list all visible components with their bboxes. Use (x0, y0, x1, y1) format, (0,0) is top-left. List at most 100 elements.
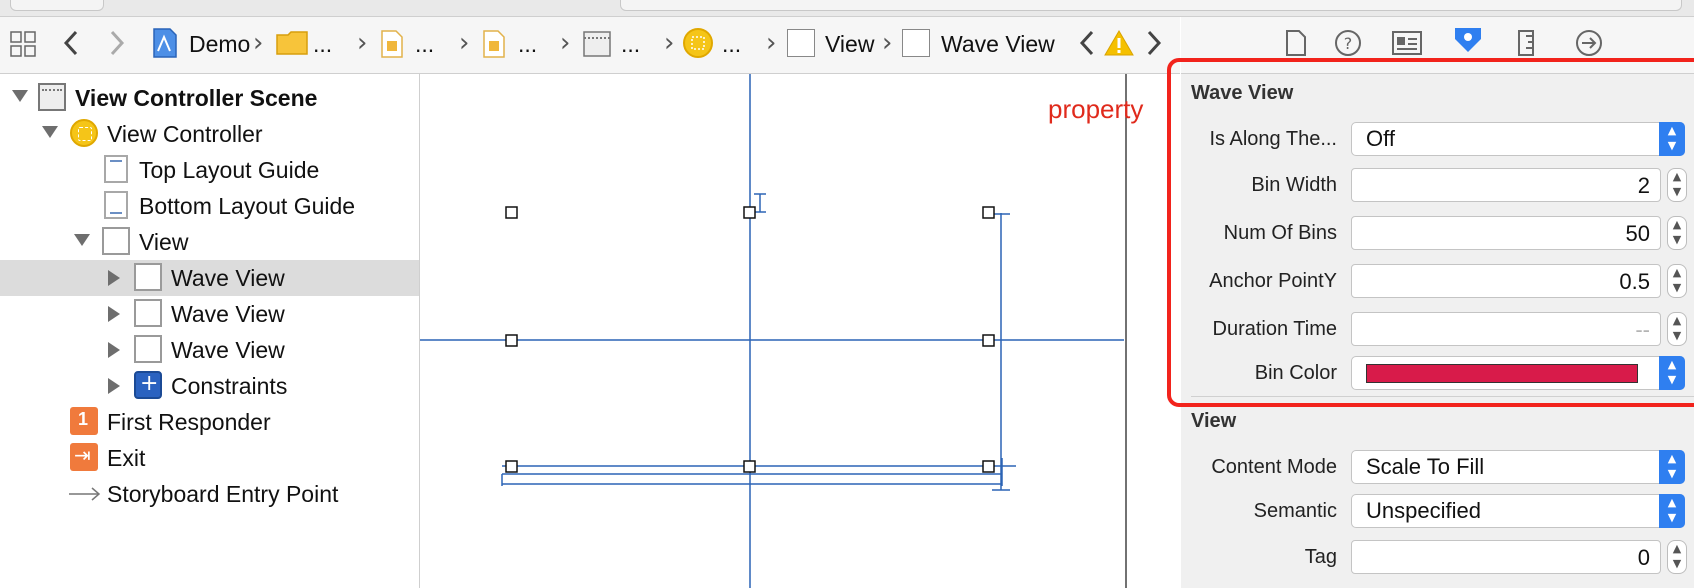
quick-help-icon[interactable]: ? (1334, 29, 1362, 63)
anchor-point-stepper[interactable]: ▲ ▼ (1667, 264, 1687, 298)
num-bins-value: 50 (1625, 221, 1650, 246)
outline-row-label: Storyboard Entry Point (107, 481, 339, 507)
outline-row-constraints[interactable]: Constraints (0, 368, 419, 404)
window-tab[interactable] (10, 0, 104, 11)
back-arrow-icon[interactable] (62, 29, 80, 62)
anchor-point-value: 0.5 (1619, 269, 1650, 294)
folder-icon (276, 31, 308, 60)
storyboard-canvas[interactable] (420, 74, 1180, 588)
semantic-label: Semantic (1253, 500, 1337, 522)
disclosure-triangle-icon[interactable] (42, 126, 58, 138)
select-arrows-icon[interactable]: ▲ ▼ (1659, 494, 1685, 528)
outline-row-wave-view[interactable]: Wave View (0, 296, 419, 332)
outline-row-label: Wave View (171, 265, 285, 291)
layout-guide-icon (104, 191, 128, 219)
related-items-icon[interactable] (10, 31, 36, 57)
semantic-select[interactable]: Unspecified ▲ ▼ (1351, 494, 1685, 528)
file-inspector-icon[interactable] (1285, 29, 1307, 63)
project-icon (152, 27, 178, 64)
jump-bar-item[interactable]: ... (518, 31, 537, 58)
outline-row-wave-view-selected[interactable]: Wave View (0, 260, 419, 296)
connections-inspector-icon[interactable] (1575, 29, 1603, 63)
num-bins-stepper[interactable]: ▲ ▼ (1667, 216, 1687, 250)
jump-bar-item[interactable]: View (825, 31, 874, 58)
chevron-right-icon: › (664, 28, 675, 58)
duration-time-placeholder: -- (1635, 317, 1650, 342)
content-mode-select[interactable]: Scale To Fill ▲ ▼ (1351, 450, 1685, 484)
view-icon (134, 335, 162, 363)
disclosure-triangle-icon[interactable] (108, 306, 120, 322)
anchor-point-label: Anchor PointY (1209, 270, 1337, 292)
window-tab[interactable] (620, 0, 1682, 11)
is-along-value: Off (1366, 126, 1395, 151)
warning-icon[interactable] (1104, 29, 1134, 62)
duration-time-field[interactable]: -- (1351, 312, 1661, 346)
bin-width-field[interactable]: 2 (1351, 168, 1661, 202)
attributes-inspector: Wave View Is Along The... Off ▲ ▼ Bin Wid… (1181, 74, 1694, 588)
bin-color-well[interactable]: ▲ ▼ (1351, 356, 1685, 390)
outline-row-wave-view[interactable]: Wave View (0, 332, 419, 368)
outline-row-label: Exit (107, 445, 146, 471)
bin-width-stepper[interactable]: ▲ ▼ (1667, 168, 1687, 202)
inspector-selector-bar: ? (1181, 17, 1694, 74)
select-arrows-icon[interactable]: ▲ ▼ (1659, 122, 1685, 156)
exit-icon (70, 443, 98, 471)
disclosure-triangle-icon[interactable] (108, 270, 120, 286)
identity-inspector-icon[interactable] (1392, 31, 1422, 61)
outline-row-bottom-layout-guide[interactable]: Bottom Layout Guide (0, 188, 419, 224)
chevron-right-icon: › (357, 28, 368, 58)
chevron-right-icon: › (253, 28, 264, 58)
is-along-select[interactable]: Off ▲ ▼ (1351, 122, 1685, 156)
outline-row-view[interactable]: View (0, 224, 419, 260)
disclosure-triangle-icon[interactable] (108, 378, 120, 394)
outline-row-scene[interactable]: View Controller Scene (0, 80, 419, 116)
tag-field[interactable]: 0 (1351, 540, 1661, 574)
section-title-view: View (1191, 410, 1237, 432)
jump-bar-item[interactable]: ... (621, 31, 640, 58)
outline-row-view-controller[interactable]: View Controller (0, 116, 419, 152)
outline-row-label: Constraints (171, 373, 288, 399)
outline-row-storyboard-entry-point[interactable]: Storyboard Entry Point (0, 476, 419, 512)
outline-row-top-layout-guide[interactable]: Top Layout Guide (0, 152, 419, 188)
view-icon (102, 227, 130, 255)
semantic-value: Unspecified (1366, 498, 1481, 523)
jump-bar-item[interactable]: ... (313, 31, 332, 58)
outline-row-label: Wave View (171, 337, 285, 363)
window-tab-strip (0, 0, 1694, 17)
jump-bar-item[interactable]: Wave View (941, 31, 1055, 58)
view-icon (134, 263, 162, 291)
disclosure-triangle-icon[interactable] (74, 234, 90, 246)
outline-row-label: Bottom Layout Guide (139, 193, 356, 219)
outline-row-label: View Controller (107, 121, 263, 147)
view-controller-icon (70, 119, 98, 147)
attributes-inspector-icon[interactable] (1452, 25, 1484, 61)
jump-bar-item[interactable]: ... (722, 31, 741, 58)
duration-time-stepper[interactable]: ▲ ▼ (1667, 312, 1687, 346)
next-issue-icon[interactable] (1145, 29, 1163, 62)
disclosure-triangle-icon[interactable] (12, 90, 28, 102)
chevron-right-icon: › (882, 28, 893, 58)
jump-bar-item[interactable]: Demo (189, 31, 250, 58)
outline-row-first-responder[interactable]: First Responder (0, 404, 419, 440)
content-mode-label: Content Mode (1211, 456, 1337, 478)
select-arrows-icon[interactable]: ▲ ▼ (1659, 356, 1685, 390)
tag-value: 0 (1637, 545, 1650, 570)
outline-row-exit[interactable]: Exit (0, 440, 419, 476)
select-arrows-icon[interactable]: ▲ ▼ (1659, 450, 1685, 484)
entry-arrow-icon (68, 486, 102, 507)
layout-guides-drawing (420, 74, 1127, 588)
previous-issue-icon[interactable] (1078, 29, 1096, 62)
size-inspector-icon[interactable] (1517, 29, 1537, 63)
scene-icon (583, 31, 611, 62)
num-bins-field[interactable]: 50 (1351, 216, 1661, 250)
disclosure-triangle-icon[interactable] (108, 342, 120, 358)
section-title-wave-view: Wave View (1191, 82, 1294, 104)
section-divider (1191, 396, 1694, 397)
jump-bar-item[interactable]: ... (415, 31, 434, 58)
anchor-point-field[interactable]: 0.5 (1351, 264, 1661, 298)
document-outline: View Controller Scene View Controller To… (0, 74, 420, 588)
outline-row-label: View (139, 229, 189, 255)
tag-stepper[interactable]: ▲ ▼ (1667, 540, 1687, 574)
forward-arrow-icon[interactable] (108, 29, 126, 62)
tag-label: Tag (1304, 546, 1337, 568)
